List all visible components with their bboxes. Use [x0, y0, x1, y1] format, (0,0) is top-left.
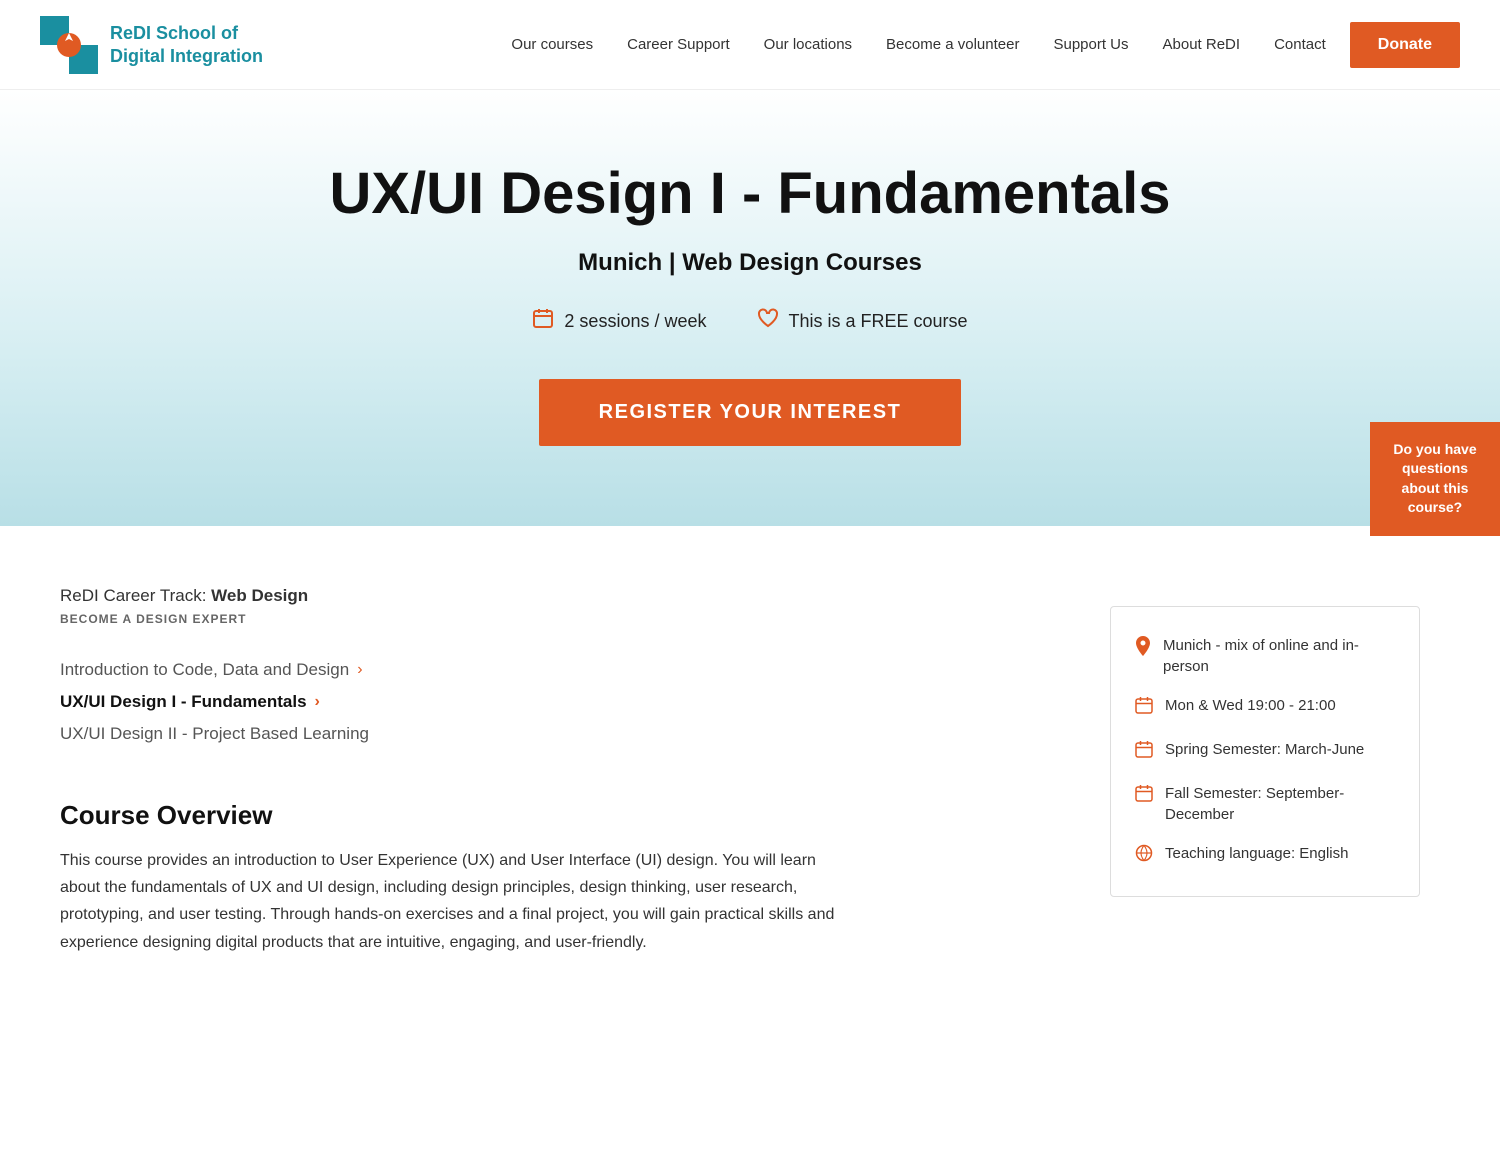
hero-meta: 2 sessions / week This is a FREE course	[40, 307, 1460, 335]
language-icon	[1135, 844, 1153, 869]
location-info: Munich - mix of online and in-person	[1135, 635, 1395, 677]
spring-icon	[1135, 740, 1153, 765]
course-overview-title: Course Overview	[60, 800, 1070, 831]
nav-links: Our courses Career Support Our locations…	[511, 36, 1325, 54]
free-label: This is a FREE course	[789, 311, 968, 332]
hero-title: UX/UI Design I - Fundamentals	[40, 160, 1460, 227]
fall-icon	[1135, 784, 1153, 809]
location-text: Munich - mix of online and in-person	[1163, 635, 1395, 677]
arrow-right-icon: ›	[357, 661, 362, 679]
course-uxui2-label: UX/UI Design II - Project Based Learning	[60, 724, 369, 744]
become-expert-label: BECOME A DESIGN EXPERT	[60, 612, 1070, 626]
career-track-name: Web Design	[211, 586, 308, 605]
nav-become-volunteer[interactable]: Become a volunteer	[886, 36, 1019, 53]
career-track-label: ReDI Career Track: Web Design	[60, 586, 1070, 606]
hero-section: UX/UI Design I - Fundamentals Munich | W…	[0, 90, 1500, 526]
donate-button[interactable]: Donate	[1350, 22, 1460, 68]
nav-support-us[interactable]: Support Us	[1053, 36, 1128, 53]
course-intro-label: Introduction to Code, Data and Design	[60, 660, 349, 680]
course-overview-text: This course provides an introduction to …	[60, 847, 860, 956]
heart-icon	[757, 307, 779, 335]
fall-semester-info: Fall Semester: September-December	[1135, 783, 1395, 825]
logo-icon	[40, 16, 98, 74]
sessions-info: 2 sessions / week	[532, 307, 706, 335]
hero-subtitle: Munich | Web Design Courses	[40, 249, 1460, 277]
schedule-text: Mon & Wed 19:00 - 21:00	[1165, 695, 1336, 716]
course-item-uxui2[interactable]: UX/UI Design II - Project Based Learning	[60, 718, 1070, 750]
left-column: ReDI Career Track: Web Design BECOME A D…	[60, 586, 1070, 956]
nav-career-support[interactable]: Career Support	[627, 36, 730, 53]
register-interest-button[interactable]: REGISTER YOUR INTEREST	[539, 379, 962, 446]
schedule-info: Mon & Wed 19:00 - 21:00	[1135, 695, 1395, 721]
info-card: Munich - mix of online and in-person Mon…	[1110, 606, 1420, 897]
nav-our-locations[interactable]: Our locations	[764, 36, 852, 53]
schedule-icon	[1135, 696, 1153, 721]
questions-tab[interactable]: Do you have questions about this course?	[1370, 422, 1500, 536]
arrow-right-icon-active: ›	[315, 693, 320, 711]
language-info: Teaching language: English	[1135, 843, 1395, 869]
course-uxui1-label: UX/UI Design I - Fundamentals	[60, 692, 307, 712]
course-list: Introduction to Code, Data and Design › …	[60, 654, 1070, 750]
sessions-label: 2 sessions / week	[564, 311, 706, 332]
location-icon	[1135, 636, 1151, 663]
course-item-uxui1[interactable]: UX/UI Design I - Fundamentals ›	[60, 686, 1070, 718]
language-text: Teaching language: English	[1165, 843, 1348, 864]
course-item-intro[interactable]: Introduction to Code, Data and Design ›	[60, 654, 1070, 686]
logo-text: ReDI School of Digital Integration	[110, 22, 263, 67]
logo[interactable]: ReDI School of Digital Integration	[40, 16, 300, 74]
nav-our-courses[interactable]: Our courses	[511, 36, 593, 53]
calendar-icon	[532, 307, 554, 335]
spring-semester-text: Spring Semester: March-June	[1165, 739, 1364, 760]
main-content: ReDI Career Track: Web Design BECOME A D…	[0, 526, 1500, 1016]
nav-about-redi[interactable]: About ReDI	[1163, 36, 1241, 53]
fall-semester-text: Fall Semester: September-December	[1165, 783, 1395, 825]
nav-contact[interactable]: Contact	[1274, 36, 1326, 53]
right-column: Munich - mix of online and in-person Mon…	[1110, 586, 1420, 956]
free-course-info: This is a FREE course	[757, 307, 968, 335]
spring-semester-info: Spring Semester: March-June	[1135, 739, 1395, 765]
navbar: ReDI School of Digital Integration Our c…	[0, 0, 1500, 90]
